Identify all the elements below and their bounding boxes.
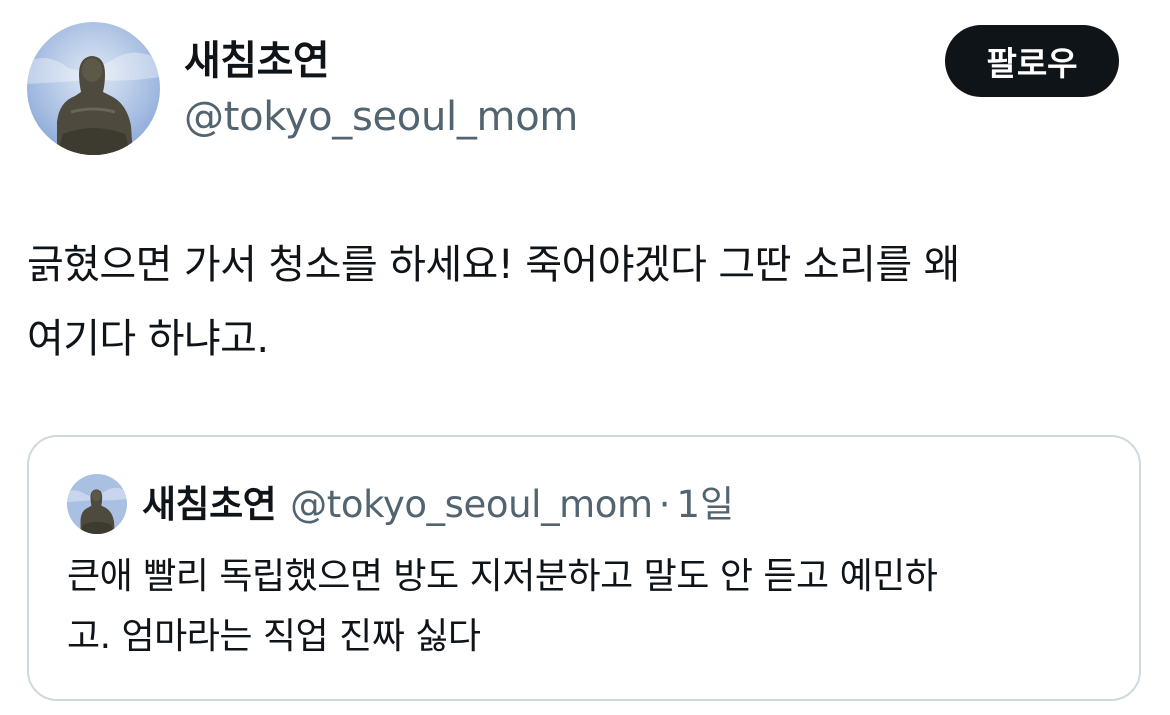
- buddha-statue-avatar-icon: [27, 22, 160, 155]
- separator-dot: ·: [658, 483, 671, 526]
- quoted-tweet-timestamp: 1일: [676, 483, 735, 526]
- follow-button[interactable]: 팔로우: [945, 25, 1119, 97]
- buddha-statue-avatar-icon: [67, 474, 127, 534]
- quoted-author-handle: @tokyo_seoul_mom: [290, 483, 653, 526]
- tweet-text: 긁혔으면 가서 청소를 하세요! 죽어야겠다 그딴 소리를 왜 여기다 하냐고.: [27, 242, 960, 362]
- quoted-tweet-header: 새침초연 @tokyo_seoul_mom · 1일: [142, 481, 734, 529]
- quoted-author-display-name: 새침초연: [142, 483, 277, 526]
- author-avatar[interactable]: [27, 22, 160, 155]
- author-display-name[interactable]: 새침초연: [184, 36, 330, 86]
- quoted-tweet-text: 큰애 빨리 독립했으면 방도 지저분하고 말도 안 듣고 예민하 고. 엄마라는…: [67, 556, 938, 657]
- tweet-detail: 새침초연 @tokyo_seoul_mom 팔로우 긁혔으면 가서 청소를 하세…: [0, 0, 1170, 715]
- quoted-author-avatar: [67, 474, 127, 534]
- author-handle[interactable]: @tokyo_seoul_mom: [184, 92, 578, 142]
- quoted-tweet-card[interactable]: 새침초연 @tokyo_seoul_mom · 1일 큰애 빨리 독립했으면 방…: [27, 435, 1141, 701]
